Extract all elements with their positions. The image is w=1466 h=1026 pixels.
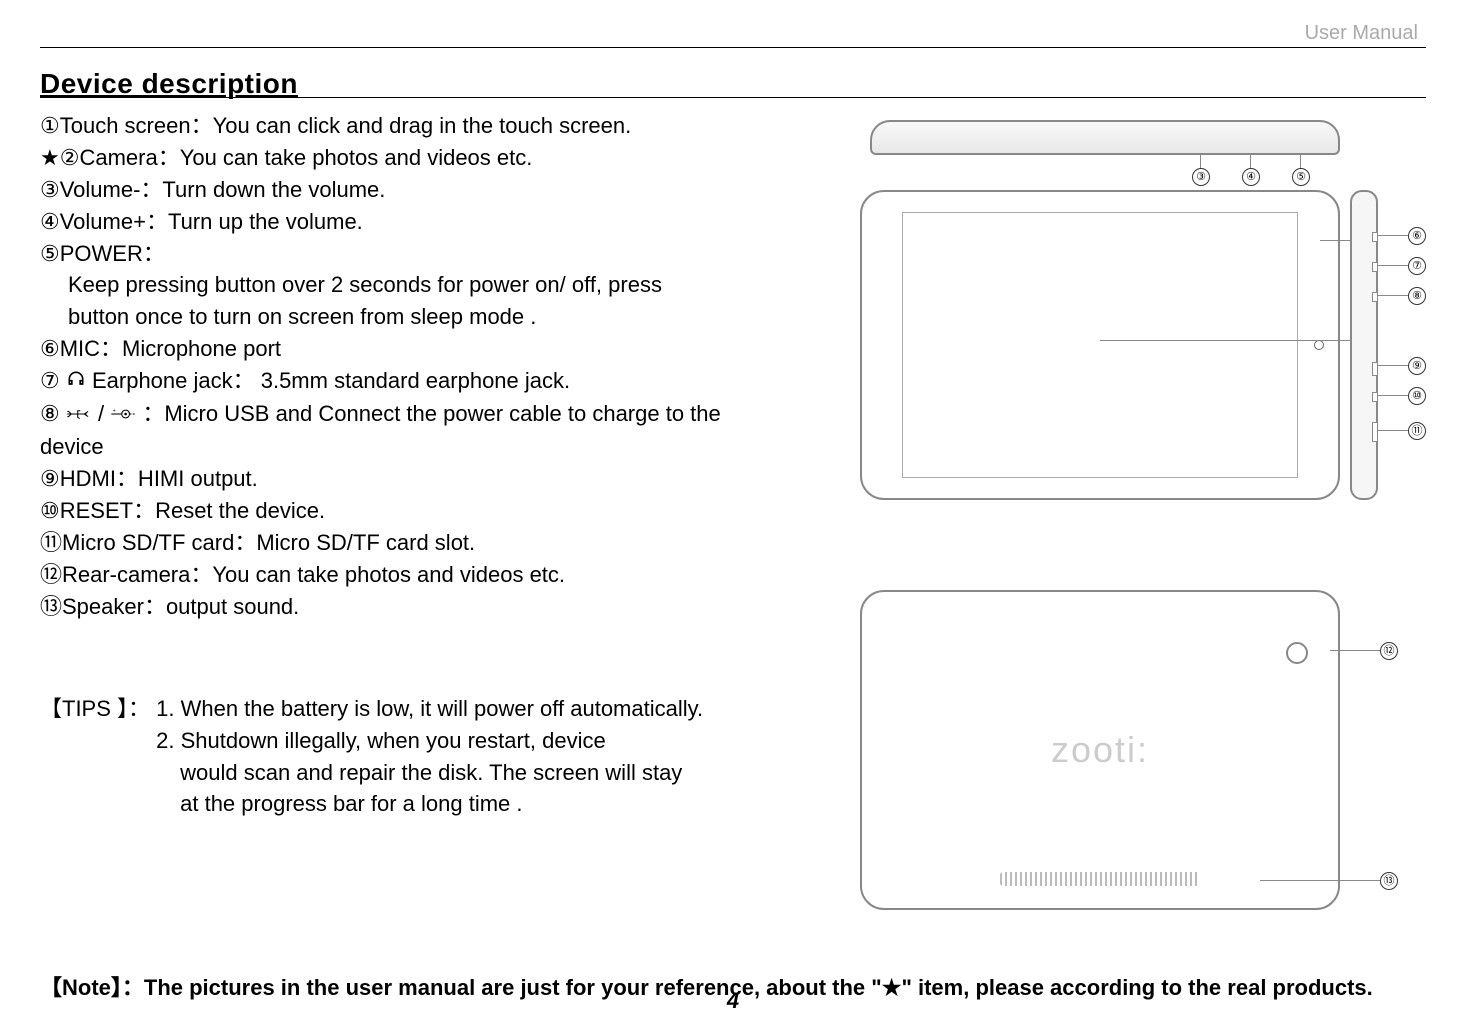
item-13: ⑬Speaker：output sound. [40, 591, 820, 623]
side-port [1372, 262, 1378, 272]
device-diagram: ③ ④ ⑤ ① ② ⑥ ⑦ ⑧ ⑨ ⑩ ⑪ [840, 110, 1426, 930]
item-12: ⑫Rear-camera：You can take photos and vid… [40, 559, 820, 591]
item-11: ⑪Micro SD/TF card：Micro SD/TF card slot. [40, 527, 820, 559]
item-9: ⑨HDMI：HIMI output. [40, 463, 820, 495]
lead-line [1378, 430, 1408, 431]
callout-12: ⑫ [1380, 642, 1398, 660]
tips-1: 1. When the battery is low, it will powe… [156, 693, 703, 725]
callout-8: ⑧ [1408, 287, 1426, 305]
item-7: ⑦ Earphone jack： 3.5mm standard earphone… [40, 365, 820, 398]
device-top-view [870, 120, 1340, 155]
lead-line [1378, 235, 1408, 236]
lead-line [1378, 365, 1408, 366]
device-front-view [860, 190, 1340, 500]
front-camera-dot [1314, 340, 1324, 350]
tips-2c: at the progress bar for a long time . [156, 788, 703, 820]
item-5-line2: button once to turn on screen from sleep… [40, 301, 820, 333]
item-3: ③Volume-：Turn down the volume. [40, 174, 820, 206]
item-8: ⑧ / + ：Micro USB and Connect the power c… [40, 398, 820, 431]
lead-line [1378, 395, 1408, 396]
svg-text:+: + [113, 409, 116, 415]
item-7-pre: ⑦ [40, 368, 66, 393]
lead-line [1378, 295, 1408, 296]
tips-2: 2. Shutdown illegally, when you restart,… [156, 725, 703, 757]
header-rule: User Manual [40, 20, 1426, 48]
item-8-post: ：Micro USB and Connect the power cable t… [142, 401, 720, 426]
callout-13: ⑬ [1380, 872, 1398, 890]
side-port [1372, 392, 1378, 402]
section-title: Device description [40, 68, 1426, 100]
callout-4: ④ [1242, 168, 1260, 186]
header-manual-label: User Manual [1305, 22, 1418, 45]
callout-10: ⑩ [1408, 387, 1426, 405]
item-6: ⑥MIC：Microphone port [40, 333, 820, 365]
tips-block: 【TIPS 】： 1. When the battery is low, it … [40, 693, 820, 821]
usb-icon [66, 399, 92, 431]
tips-body: 1. When the battery is low, it will powe… [156, 693, 703, 821]
content-row: ①Touch screen：You can click and drag in … [40, 110, 1426, 930]
lead-line [1330, 650, 1380, 651]
dc-power-icon: + [110, 399, 136, 431]
item-5-line1: Keep pressing button over 2 seconds for … [40, 269, 820, 301]
item-4: ④Volume+：Turn up the volume. [40, 206, 820, 238]
speaker-grill [1000, 872, 1200, 886]
brand-logo: zooti: [862, 729, 1338, 771]
page-number: 4 [0, 988, 1466, 1014]
device-back-view: zooti: [860, 590, 1340, 910]
callout-7: ⑦ [1408, 257, 1426, 275]
headphone-icon [66, 366, 86, 398]
device-side-view [1350, 190, 1378, 500]
callout-5: ⑤ [1292, 168, 1310, 186]
rear-camera-dot [1286, 642, 1308, 664]
item-1: ①Touch screen：You can click and drag in … [40, 110, 820, 142]
callout-9: ⑨ [1408, 357, 1426, 375]
item-8-line2: device [40, 431, 820, 463]
item-7-post: Earphone jack： 3.5mm standard earphone j… [92, 368, 570, 393]
side-port [1372, 232, 1378, 242]
item-2: ★②Camera：You can take photos and videos … [40, 142, 820, 174]
device-screen [902, 212, 1298, 478]
tips-label: 【TIPS 】： [40, 693, 150, 725]
callout-3: ③ [1192, 168, 1210, 186]
item-8-mid: / [98, 401, 110, 426]
item-10: ⑩RESET：Reset the device. [40, 495, 820, 527]
description-text: ①Touch screen：You can click and drag in … [40, 110, 820, 820]
callout-6: ⑥ [1408, 227, 1426, 245]
side-port [1372, 422, 1378, 442]
callout-11: ⑪ [1408, 422, 1426, 440]
side-port [1372, 292, 1378, 302]
lead-line [1260, 880, 1380, 881]
lead-line [1378, 265, 1408, 266]
item-5-label: ⑤POWER： [40, 238, 820, 270]
tips-2b: would scan and repair the disk. The scre… [156, 757, 703, 789]
lead-line [1100, 340, 1360, 341]
item-8-pre: ⑧ [40, 401, 66, 426]
